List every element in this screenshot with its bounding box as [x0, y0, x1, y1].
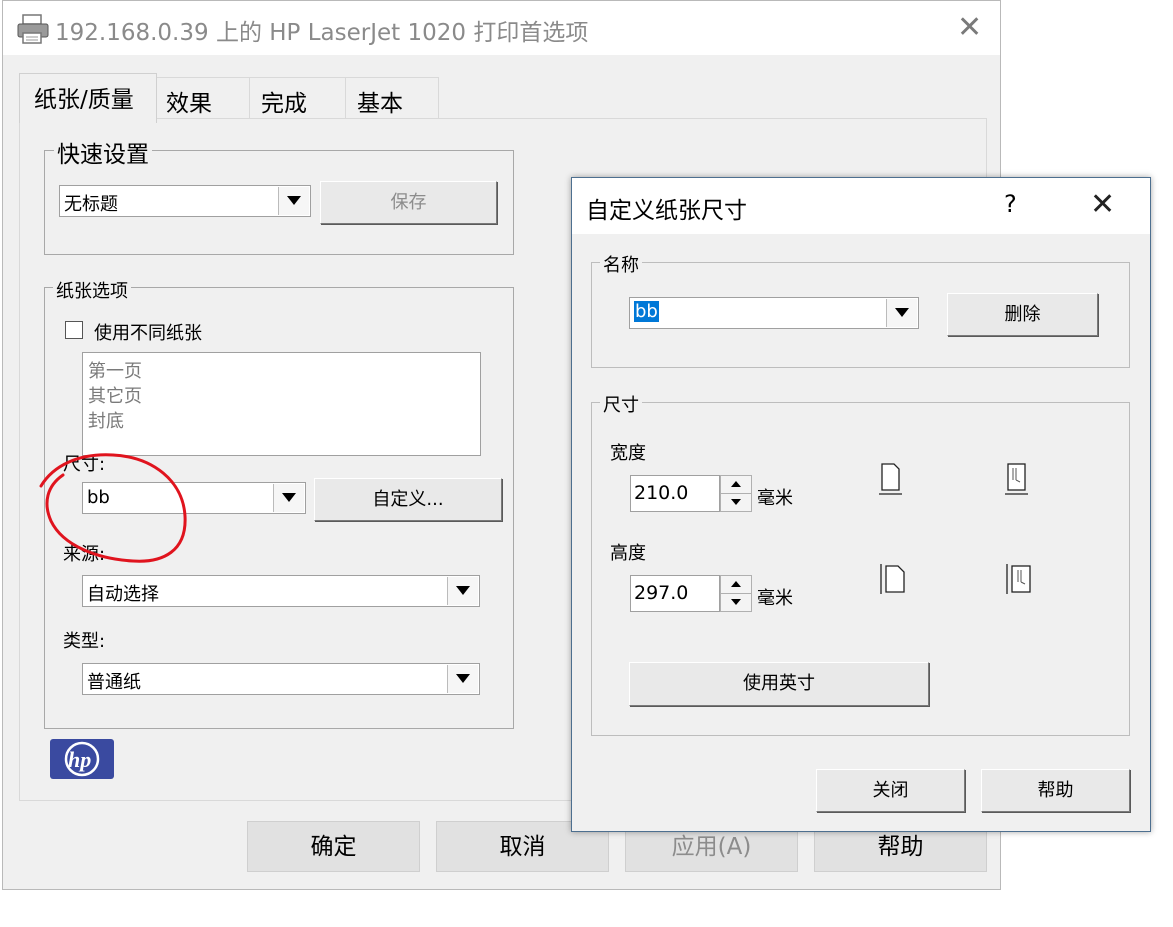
tab-label: 完成 — [261, 91, 307, 117]
width-value: 210.0 — [634, 482, 689, 504]
close-button-label: 关闭 — [872, 780, 909, 801]
height-label: 高度 — [610, 543, 646, 564]
dialog-title: 自定义纸张尺寸 — [586, 198, 747, 224]
tab-basics[interactable]: 基本 — [345, 77, 439, 119]
tab-paper-quality[interactable]: 纸张/质量 — [19, 73, 157, 123]
quick-settings-value: 无标题 — [64, 194, 118, 215]
paper-type-select[interactable]: 普通纸 — [82, 663, 480, 695]
save-button-label: 保存 — [390, 192, 427, 213]
hp-logo: hp — [50, 739, 114, 779]
chevron-down-icon — [447, 665, 478, 693]
size-legend: 尺寸 — [600, 391, 642, 417]
width-input[interactable]: 210.0 — [630, 475, 720, 512]
chevron-down-icon — [278, 187, 309, 215]
help-button-label: 帮助 — [877, 834, 924, 860]
dialog-help-button-label: 帮助 — [1037, 780, 1074, 801]
paper-options-legend: 纸张选项 — [53, 277, 131, 303]
spin-up-icon[interactable] — [721, 476, 751, 494]
custom-size-button[interactable]: 自定义... — [314, 478, 502, 521]
list-item: 其它页 — [88, 386, 142, 407]
close-button[interactable]: 关闭 — [816, 769, 965, 812]
annotation-circle — [39, 453, 187, 563]
title-bar: 192.168.0.39 上的 HP LaserJet 1020 打印首选项 ✕ — [3, 1, 1000, 55]
page-height-icon — [880, 564, 905, 594]
custom-paper-size-dialog: 自定义纸张尺寸 ? ✕ 名称 bb 删除 尺寸 宽度 210.0 毫米 高度 2… — [571, 177, 1151, 832]
window-title: 192.168.0.39 上的 HP LaserJet 1020 打印首选项 — [55, 20, 589, 46]
use-inches-button-label: 使用英寸 — [743, 673, 815, 694]
quick-settings-legend: 快速设置 — [54, 135, 152, 169]
tab-label: 效果 — [166, 91, 212, 117]
chevron-down-icon — [273, 484, 304, 512]
spin-up-icon[interactable] — [721, 576, 751, 594]
ok-button[interactable]: 确定 — [247, 821, 420, 872]
height-value: 297.0 — [634, 582, 689, 604]
tab-label: 纸张/质量 — [34, 87, 134, 113]
width-label: 宽度 — [610, 443, 646, 464]
width-spinner[interactable] — [720, 475, 752, 512]
ok-button-label: 确定 — [310, 834, 357, 860]
spin-down-icon[interactable] — [721, 594, 751, 612]
dialog-help-button[interactable]: 帮助 — [981, 769, 1130, 812]
close-icon[interactable]: ✕ — [957, 13, 982, 43]
width-unit: 毫米 — [757, 488, 793, 509]
cancel-button-label: 取消 — [499, 834, 546, 860]
tab-finishing[interactable]: 完成 — [249, 77, 346, 119]
paper-source-value: 自动选择 — [87, 584, 159, 605]
chevron-down-icon — [886, 299, 917, 327]
page-back-height-icon — [1006, 564, 1031, 594]
height-spinner[interactable] — [720, 575, 752, 612]
use-different-paper-checkbox[interactable] — [65, 321, 83, 339]
type-label: 类型: — [63, 631, 106, 652]
name-legend: 名称 — [600, 251, 642, 277]
hp-logo-icon: hp — [64, 741, 100, 777]
delete-button[interactable]: 删除 — [947, 293, 1098, 336]
page-width-icon — [879, 463, 902, 495]
close-icon[interactable]: ✕ — [1090, 190, 1115, 220]
apply-button-label: 应用(A) — [671, 834, 752, 860]
use-different-paper-label: 使用不同纸张 — [94, 323, 202, 344]
tab-label: 基本 — [357, 91, 403, 117]
spin-down-icon[interactable] — [721, 494, 751, 512]
save-button[interactable]: 保存 — [320, 181, 497, 224]
svg-text:hp: hp — [68, 747, 91, 772]
paper-type-value: 普通纸 — [87, 672, 141, 693]
quick-settings-select[interactable]: 无标题 — [59, 185, 311, 217]
printer-icon — [17, 14, 49, 44]
height-unit: 毫米 — [757, 588, 793, 609]
page-back-width-icon — [1005, 463, 1028, 495]
custom-name-select[interactable]: bb — [629, 297, 919, 329]
list-item: 封底 — [88, 411, 124, 432]
use-inches-button[interactable]: 使用英寸 — [629, 662, 929, 706]
delete-button-label: 删除 — [1004, 304, 1041, 325]
custom-size-button-label: 自定义... — [372, 489, 444, 510]
paper-source-select[interactable]: 自动选择 — [82, 575, 480, 607]
chevron-down-icon — [447, 577, 478, 605]
height-input[interactable]: 297.0 — [630, 575, 720, 612]
dialog-title-bar: 自定义纸张尺寸 ? ✕ — [572, 178, 1150, 234]
tab-effects[interactable]: 效果 — [156, 77, 250, 119]
list-item: 第一页 — [88, 361, 142, 382]
help-icon[interactable]: ? — [1004, 190, 1017, 218]
custom-name-value: bb — [634, 301, 659, 322]
